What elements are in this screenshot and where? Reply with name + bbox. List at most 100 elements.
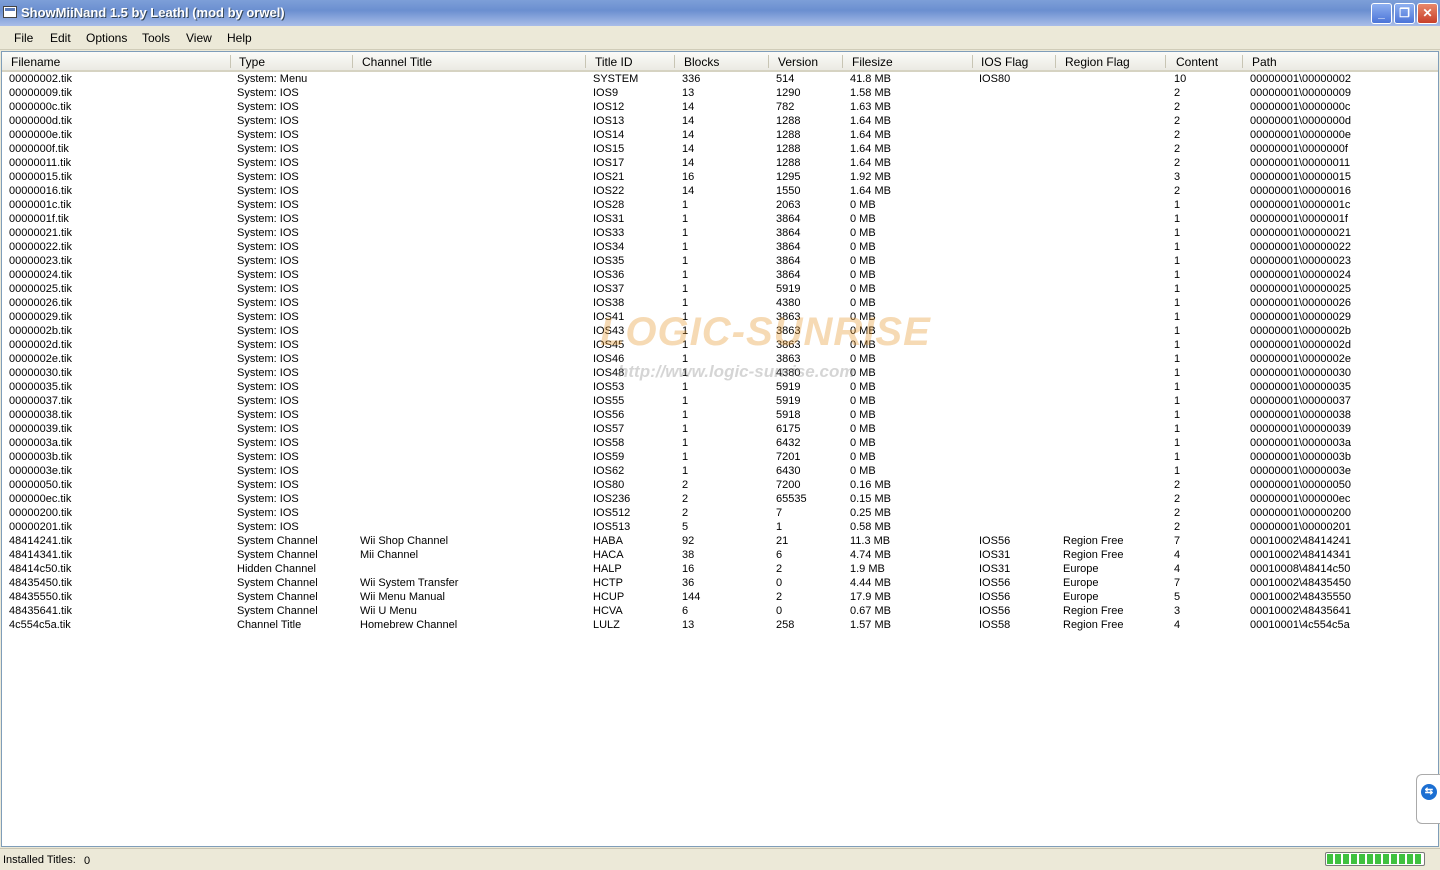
cell-version: 3864: [776, 213, 801, 225]
cell-type: System: IOS: [237, 395, 299, 407]
cell-filename: 00000030.tik: [9, 367, 72, 379]
table-row[interactable]: 0000000f.tik System: IOS IOS15 14 1288 1.64 M…: [2, 142, 1438, 156]
table-row[interactable]: 00000029.tik System: IOS IOS41 1 3863 0 MB 1 00…: [2, 310, 1438, 324]
cell-filesize: 0 MB: [850, 325, 876, 337]
table-row[interactable]: 48435450.tik System Channel Wii System Tra…: [2, 576, 1438, 590]
table-row[interactable]: 00000026.tik System: IOS IOS38 1 4380 0 MB 1 00…: [2, 296, 1438, 310]
cell-path: 00000001\00000016: [1250, 185, 1351, 197]
table-row[interactable]: 000000ec.tik System: IOS IOS236 2 65535 0.15 …: [2, 492, 1438, 506]
col-header-type[interactable]: Type: [239, 55, 265, 69]
cell-type: System: IOS: [237, 129, 299, 141]
table-row[interactable]: 00000200.tik System: IOS IOS512 2 7 0.25 MB 2 0…: [2, 506, 1438, 520]
cell-filename: 00000025.tik: [9, 283, 72, 295]
col-header-title-id[interactable]: Title ID: [595, 55, 633, 69]
cell-type: System: IOS: [237, 185, 299, 197]
table-row[interactable]: 0000000d.tik System: IOS IOS13 14 1288 1.64 M…: [2, 114, 1438, 128]
cell-blocks: 1: [682, 311, 689, 323]
cell-ios-flag: IOS31: [979, 549, 1011, 561]
table-row[interactable]: 00000050.tik System: IOS IOS80 2 7200 0.16 MB…: [2, 478, 1438, 492]
remote-support-tab[interactable]: ⇆: [1416, 774, 1440, 824]
cell-title-id: IOS512: [593, 507, 631, 519]
table-row[interactable]: 48414c50.tik Hidden Channel HALP 16 2 1.9 MB I…: [2, 562, 1438, 576]
titles-list[interactable]: Filename Type Channel Title Title ID Blo…: [1, 51, 1439, 847]
cell-content: 1: [1174, 451, 1181, 463]
cell-blocks: 1: [682, 283, 689, 295]
column-divider[interactable]: [842, 55, 843, 68]
close-button[interactable]: ✕: [1417, 3, 1438, 24]
app-icon[interactable]: [3, 6, 17, 18]
col-header-channel-title[interactable]: Channel Title: [362, 55, 432, 69]
col-header-path[interactable]: Path: [1252, 55, 1277, 69]
col-header-blocks[interactable]: Blocks: [684, 55, 719, 69]
cell-filename: 00000021.tik: [9, 227, 72, 239]
table-row[interactable]: 00000022.tik System: IOS IOS34 1 3864 0 MB 1 00…: [2, 240, 1438, 254]
col-header-filename[interactable]: Filename: [11, 55, 60, 69]
menu-options[interactable]: Options: [86, 31, 127, 45]
column-divider[interactable]: [674, 55, 675, 68]
table-row[interactable]: 00000011.tik System: IOS IOS17 14 1288 1.64 M…: [2, 156, 1438, 170]
column-divider[interactable]: [230, 55, 231, 68]
col-header-region-flag[interactable]: Region Flag: [1065, 55, 1130, 69]
cell-content: 1: [1174, 395, 1181, 407]
cell-content: 4: [1174, 619, 1181, 631]
cell-filesize: 0 MB: [850, 381, 876, 393]
cell-path: 00000001\00000022: [1250, 241, 1351, 253]
table-row[interactable]: 0000000c.tik System: IOS IOS12 14 782 1.63 MB…: [2, 100, 1438, 114]
table-row[interactable]: 00000016.tik System: IOS IOS22 14 1550 1.64 M…: [2, 184, 1438, 198]
table-row[interactable]: 4c554c5a.tik Channel Title Homebrew Channe…: [2, 618, 1438, 632]
table-row[interactable]: 00000038.tik System: IOS IOS56 1 5918 0 MB 1 00…: [2, 408, 1438, 422]
table-row[interactable]: 48435641.tik System Channel Wii U Menu HCVA…: [2, 604, 1438, 618]
table-row[interactable]: 00000201.tik System: IOS IOS513 5 1 0.58 MB 2 0…: [2, 520, 1438, 534]
table-row[interactable]: 0000000e.tik System: IOS IOS14 14 1288 1.64 M…: [2, 128, 1438, 142]
table-row[interactable]: 00000021.tik System: IOS IOS33 1 3864 0 MB 1 00…: [2, 226, 1438, 240]
menu-view[interactable]: View: [186, 31, 212, 45]
table-row[interactable]: 00000039.tik System: IOS IOS57 1 6175 0 MB 1 00…: [2, 422, 1438, 436]
table-row[interactable]: 0000003b.tik System: IOS IOS59 1 7201 0 MB 1 00…: [2, 450, 1438, 464]
column-divider[interactable]: [1055, 55, 1056, 68]
menu-file[interactable]: File: [14, 31, 33, 45]
cell-content: 1: [1174, 353, 1181, 365]
teamviewer-icon[interactable]: ⇆: [1421, 784, 1437, 800]
table-row[interactable]: 00000023.tik System: IOS IOS35 1 3864 0 MB 1 00…: [2, 254, 1438, 268]
table-row[interactable]: 00000015.tik System: IOS IOS21 16 1295 1.92 M…: [2, 170, 1438, 184]
col-header-version[interactable]: Version: [778, 55, 818, 69]
table-row[interactable]: 00000030.tik System: IOS IOS48 1 4380 0 MB 1 00…: [2, 366, 1438, 380]
column-divider[interactable]: [1242, 55, 1243, 68]
table-row[interactable]: 0000002e.tik System: IOS IOS46 1 3863 0 MB 1 00…: [2, 352, 1438, 366]
column-divider[interactable]: [1165, 55, 1166, 68]
column-divider[interactable]: [972, 55, 973, 68]
table-row[interactable]: 0000003a.tik System: IOS IOS58 1 6432 0 MB 1 00…: [2, 436, 1438, 450]
cell-filename: 00000022.tik: [9, 241, 72, 253]
table-row[interactable]: 00000035.tik System: IOS IOS53 1 5919 0 MB 1 00…: [2, 380, 1438, 394]
col-header-filesize[interactable]: Filesize: [852, 55, 893, 69]
table-row[interactable]: 0000002d.tik System: IOS IOS45 1 3863 0 MB 1 00…: [2, 338, 1438, 352]
table-row[interactable]: 48414341.tik System Channel Mii Channel HAC…: [2, 548, 1438, 562]
table-row[interactable]: 0000002b.tik System: IOS IOS43 1 3863 0 MB 1 00…: [2, 324, 1438, 338]
menu-help[interactable]: Help: [227, 31, 252, 45]
table-row[interactable]: 00000024.tik System: IOS IOS36 1 3864 0 MB 1 00…: [2, 268, 1438, 282]
title-bar[interactable]: ShowMiiNand 1.5 by Leathl (mod by orwel)…: [0, 0, 1440, 26]
table-row[interactable]: 00000009.tik System: IOS IOS9 13 1290 1.58 MB…: [2, 86, 1438, 100]
table-row[interactable]: 0000001c.tik System: IOS IOS28 1 2063 0 MB 1 00…: [2, 198, 1438, 212]
table-row[interactable]: 48435550.tik System Channel Wii Menu Manua…: [2, 590, 1438, 604]
cell-filename: 00000035.tik: [9, 381, 72, 393]
col-header-ios-flag[interactable]: IOS Flag: [981, 55, 1028, 69]
table-row[interactable]: 0000003e.tik System: IOS IOS62 1 6430 0 MB 1 00…: [2, 464, 1438, 478]
column-divider[interactable]: [352, 55, 353, 68]
column-divider[interactable]: [585, 55, 586, 68]
table-row[interactable]: 00000037.tik System: IOS IOS55 1 5919 0 MB 1 00…: [2, 394, 1438, 408]
col-header-content[interactable]: Content: [1176, 55, 1218, 69]
cell-type: System: IOS: [237, 87, 299, 99]
column-divider[interactable]: [768, 55, 769, 68]
table-row[interactable]: 00000025.tik System: IOS IOS37 1 5919 0 MB 1 00…: [2, 282, 1438, 296]
table-row[interactable]: 0000001f.tik System: IOS IOS31 1 3864 0 MB 1 00…: [2, 212, 1438, 226]
table-row[interactable]: 00000002.tik System: Menu SYSTEM 336 514 41.8…: [2, 72, 1438, 86]
menu-edit[interactable]: Edit: [50, 31, 71, 45]
menu-tools[interactable]: Tools: [142, 31, 170, 45]
cell-blocks: 1: [682, 409, 689, 421]
table-row[interactable]: 48414241.tik System Channel Wii Shop Chann…: [2, 534, 1438, 548]
cell-filesize: 17.9 MB: [850, 591, 891, 603]
restore-button[interactable]: ❐: [1394, 3, 1415, 24]
minimize-button[interactable]: _: [1371, 3, 1392, 24]
cell-content: 7: [1174, 535, 1181, 547]
